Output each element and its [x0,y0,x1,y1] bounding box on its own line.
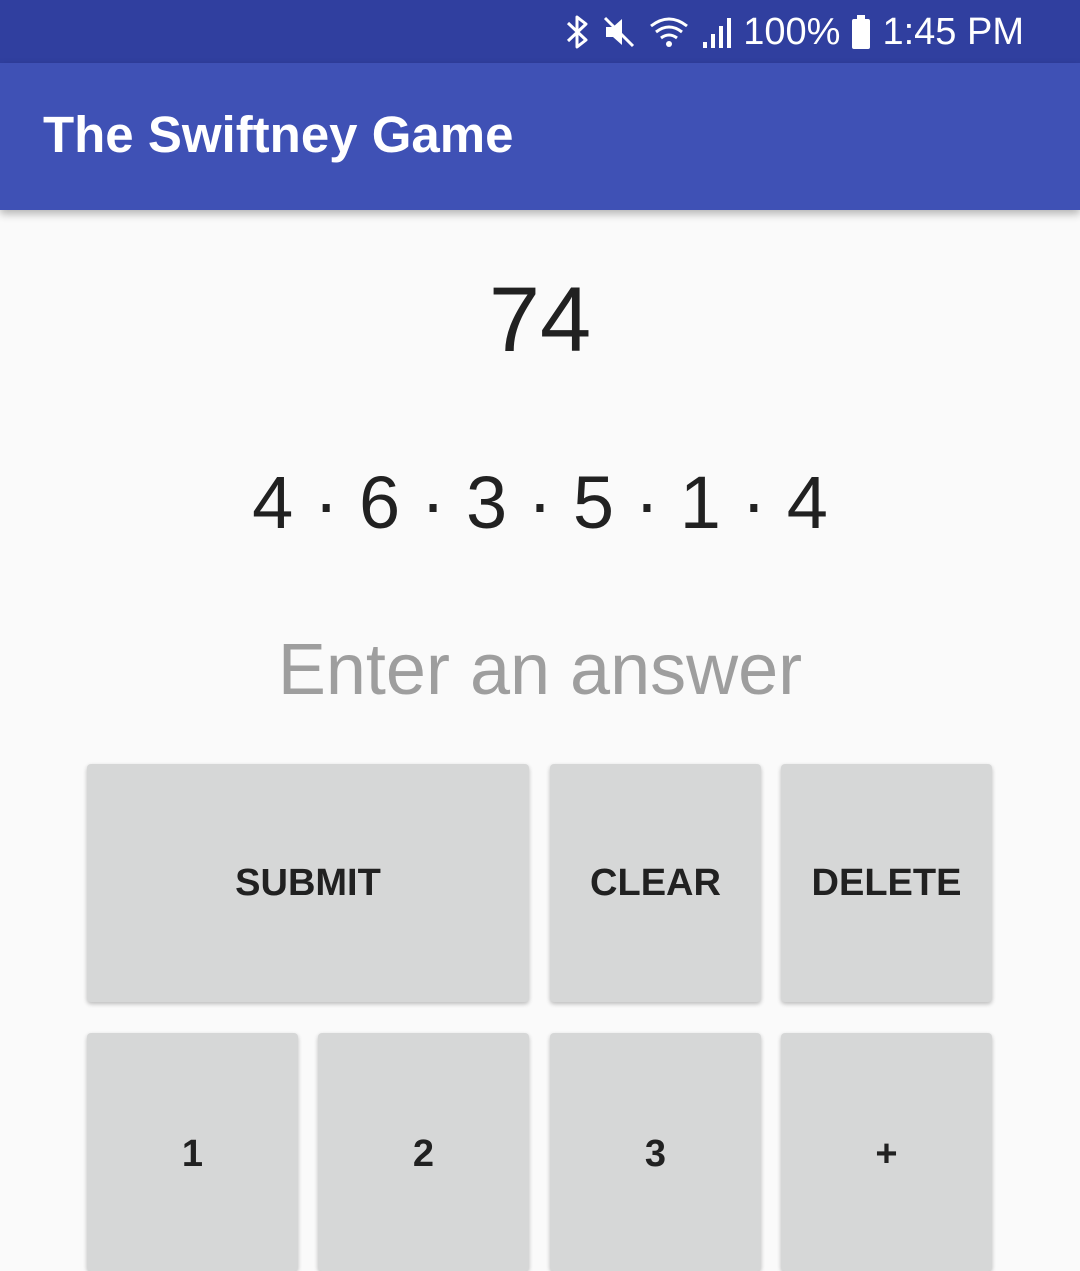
clear-button-label: CLEAR [590,861,721,904]
mute-icon [601,14,637,50]
app-bar: The Swiftney Game [0,63,1080,210]
delete-button[interactable]: DELETE [781,764,992,1002]
digits-row: 4 · 6 · 3 · 5 · 1 · 4 [252,461,828,544]
status-icons: 100% 1:45 PM [565,8,1024,56]
signal-icon [701,14,733,50]
plus-label: + [875,1132,898,1175]
app-title: The Swiftney Game [43,106,514,163]
plus-button[interactable]: + [781,1033,992,1271]
battery-icon [850,14,872,50]
submit-button[interactable]: SUBMIT [87,764,529,1002]
digit-1-button[interactable]: 1 [87,1033,298,1271]
submit-button-label: SUBMIT [235,861,381,904]
digit-1-label: 1 [181,1132,204,1175]
digit-3-button[interactable]: 3 [550,1033,761,1271]
bluetooth-icon [565,14,591,50]
digit-2-button[interactable]: 2 [318,1033,529,1271]
digit-2-label: 2 [412,1132,435,1175]
clear-button[interactable]: CLEAR [550,764,761,1002]
wifi-icon [647,14,691,50]
delete-button-label: DELETE [811,861,962,904]
target-number: 74 [488,269,592,371]
digit-3-label: 3 [644,1132,667,1175]
battery-percent: 100% [743,10,841,53]
status-bar: 100% 1:45 PM [0,0,1080,63]
answer-input[interactable] [140,620,940,720]
status-time: 1:45 PM [882,10,1024,53]
